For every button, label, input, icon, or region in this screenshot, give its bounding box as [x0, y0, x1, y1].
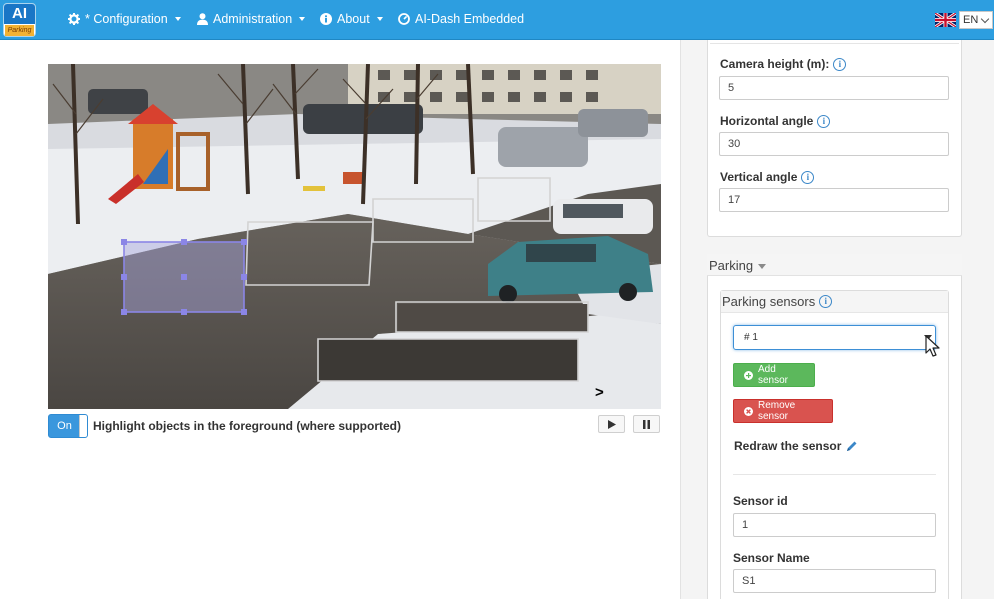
nav-administration-label: Administration: [213, 12, 293, 26]
sensor-name-text: Sensor Name: [733, 551, 810, 565]
collapse-triangle-icon: [758, 264, 767, 269]
pause-icon: [643, 419, 650, 429]
pause-button[interactable]: [633, 415, 660, 433]
dashboard-gauge-icon: [398, 13, 410, 25]
uk-flag-icon: [935, 13, 956, 27]
info-icon[interactable]: i: [817, 114, 831, 128]
chevron-down-icon: [981, 14, 990, 23]
add-sensor-label: Add sensor: [758, 364, 789, 386]
nav-ai-dash[interactable]: AI-Dash Embedded: [398, 12, 524, 26]
pencil-icon[interactable]: [845, 440, 858, 453]
nav-administration[interactable]: Administration: [197, 12, 306, 26]
nav-about-label: About: [337, 12, 370, 26]
app-logo[interactable]: AI Parking: [3, 3, 36, 37]
mouse-pointer-icon: [925, 335, 940, 357]
vertical-angle-label: Vertical angle i: [720, 170, 815, 184]
remove-sensor-label: Remove sensor: [758, 400, 796, 422]
language-value: EN: [963, 14, 979, 26]
user-icon: [197, 13, 208, 25]
camera-view[interactable]: >: [48, 64, 661, 409]
chevron-down-icon: [376, 17, 383, 21]
sensor-id-text: Sensor id: [733, 494, 788, 508]
chevron-down-icon: [174, 17, 181, 21]
video-cursor-glyph: >: [595, 384, 604, 401]
language-switcher[interactable]: EN: [935, 11, 993, 29]
section-divider: [733, 474, 936, 475]
vertical-angle-text: Vertical angle: [720, 170, 798, 184]
parking-title-text: Parking: [709, 258, 754, 273]
info-icon[interactable]: i: [801, 170, 815, 184]
horizontal-angle-text: Horizontal angle: [720, 114, 814, 128]
camera-height-text: Camera height (m):: [720, 57, 830, 71]
info-circle-icon: [320, 13, 332, 25]
info-icon[interactable]: i: [819, 295, 833, 308]
play-button[interactable]: [598, 415, 625, 433]
redraw-sensor-label: Redraw the sensor: [734, 439, 842, 453]
info-icon[interactable]: i: [833, 57, 847, 71]
horizontal-angle-input[interactable]: 30: [719, 132, 949, 156]
highlight-foreground-label: Highlight objects in the foreground (whe…: [93, 419, 401, 433]
sensor-id-input[interactable]: 1: [733, 513, 936, 537]
nav-configuration[interactable]: * Configuration: [68, 12, 181, 26]
parking-title[interactable]: Parking: [709, 258, 767, 273]
chevron-down-icon: [299, 17, 306, 21]
play-icon: [607, 419, 616, 429]
sensor-name-input[interactable]: S1: [733, 569, 936, 593]
toggle-on-label: On: [57, 420, 72, 432]
sensor-name-label: Sensor Name: [733, 551, 810, 565]
remove-circle-icon: [744, 406, 753, 416]
logo-subtitle: Parking: [5, 25, 34, 36]
redraw-sensor[interactable]: Redraw the sensor: [734, 439, 858, 453]
add-sensor-button[interactable]: Add sensor: [733, 363, 815, 387]
camera-frame: [48, 64, 661, 409]
nav-about[interactable]: About: [320, 12, 383, 26]
toggle-knob: [79, 415, 87, 437]
remove-sensor-button[interactable]: Remove sensor: [733, 399, 833, 423]
parking-sensors-title-text: Parking sensors: [722, 294, 816, 309]
highlight-toggle[interactable]: On: [48, 414, 88, 438]
language-select[interactable]: EN: [959, 11, 993, 29]
logo-text: AI: [4, 4, 35, 24]
parking-sensors-title: Parking sensors i: [722, 294, 833, 309]
nav-ai-dash-label: AI-Dash Embedded: [415, 12, 525, 26]
card-divider: [710, 43, 959, 44]
nav-configuration-label: * Configuration: [85, 12, 168, 26]
gear-icon: [68, 13, 80, 25]
vertical-angle-input[interactable]: 17: [719, 188, 949, 212]
horizontal-angle-label: Horizontal angle i: [720, 114, 831, 128]
sensor-select[interactable]: # 1: [733, 325, 936, 350]
plus-circle-icon: [744, 370, 753, 380]
camera-height-label: Camera height (m): i: [720, 57, 847, 71]
camera-height-input[interactable]: 5: [719, 76, 949, 100]
top-navbar: AI Parking * Configuration Administratio…: [0, 0, 994, 40]
sensor-id-label: Sensor id: [733, 494, 788, 508]
